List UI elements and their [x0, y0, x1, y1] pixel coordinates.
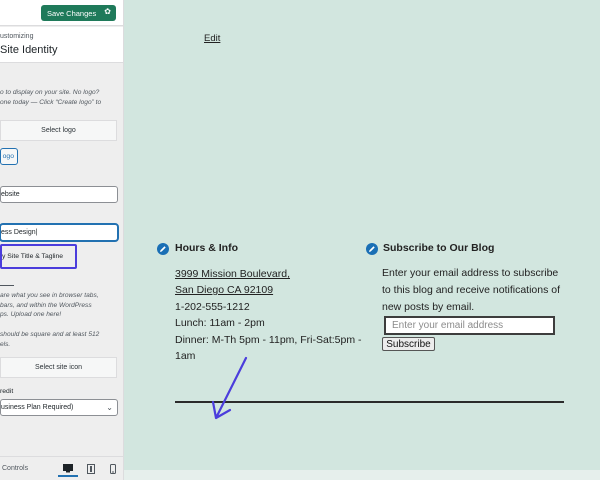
select-logo-button[interactable]: Select logo [0, 120, 117, 141]
subscribe-description: Enter your email address to subscribe to… [382, 267, 561, 313]
logo-description: o to display on your site. No logo? one … [0, 89, 102, 106]
site-icon-description: are what you see in browser tabs, bars, … [0, 292, 99, 318]
subscribe-widget-title: Subscribe to Our Blog [383, 242, 495, 254]
footer-credit-label: redit [0, 388, 14, 395]
save-changes-button[interactable]: Save Changes ✿ [41, 5, 116, 21]
section-eyebrow: ustomizing [0, 33, 34, 40]
create-logo-button[interactable]: ogo [0, 148, 18, 165]
pencil-icon[interactable] [157, 243, 169, 255]
dinner-hours-line1: Dinner: M-Th 5pm - 11pm, Fri-Sat:5pm - [175, 334, 362, 346]
site-icon-size-note: should be square and at least 512 els. [0, 331, 100, 348]
hours-widget-title: Hours & Info [175, 242, 238, 254]
desktop-preview-icon[interactable] [58, 461, 78, 477]
tablet-preview-icon[interactable] [81, 461, 101, 477]
mobile-preview-icon[interactable] [103, 461, 123, 477]
phone-number: 1-202-555-1212 [175, 301, 250, 313]
controls-label: Controls [2, 465, 29, 472]
section-header: ustomizing Site Identity [0, 27, 123, 63]
section-title: Site Identity [0, 44, 58, 56]
chevron-down-icon: ⌄ [106, 403, 113, 412]
address-link-line1[interactable]: 3999 Mission Boulevard, [175, 268, 290, 280]
text-cursor: | [35, 229, 38, 236]
email-input[interactable] [384, 316, 555, 335]
subscribe-button[interactable]: Subscribe [382, 337, 435, 351]
tagline-field[interactable]: ess Design | [0, 224, 118, 241]
divider [0, 285, 14, 286]
edit-link[interactable]: Edit [204, 33, 220, 44]
dinner-hours-line2: 1am [175, 350, 196, 362]
preview-bottom-strip [124, 470, 600, 480]
gear-icon[interactable]: ✿ [104, 7, 111, 16]
panel-header: Save Changes ✿ [0, 0, 123, 26]
customizer-panel: Save Changes ✿ ustomizing Site Identity … [0, 0, 124, 480]
select-site-icon-button[interactable]: Select site icon [0, 357, 117, 378]
display-title-tagline-checkbox[interactable]: y Site Title & Tagline [0, 244, 77, 269]
panel-footer: Controls [0, 456, 123, 480]
site-title-field[interactable]: ebsite [0, 186, 118, 203]
save-changes-label: Save Changes [47, 8, 97, 18]
annotation-arrow [211, 356, 248, 420]
display-title-tagline-label: y Site Title & Tagline [2, 253, 64, 260]
address-link-line2[interactable]: San Diego CA 92109 [175, 284, 273, 296]
lunch-hours: Lunch: 11am - 2pm [175, 317, 265, 329]
footer-credit-select[interactable]: usiness Plan Required) ⌄ [0, 399, 118, 416]
pencil-icon[interactable] [366, 243, 378, 255]
